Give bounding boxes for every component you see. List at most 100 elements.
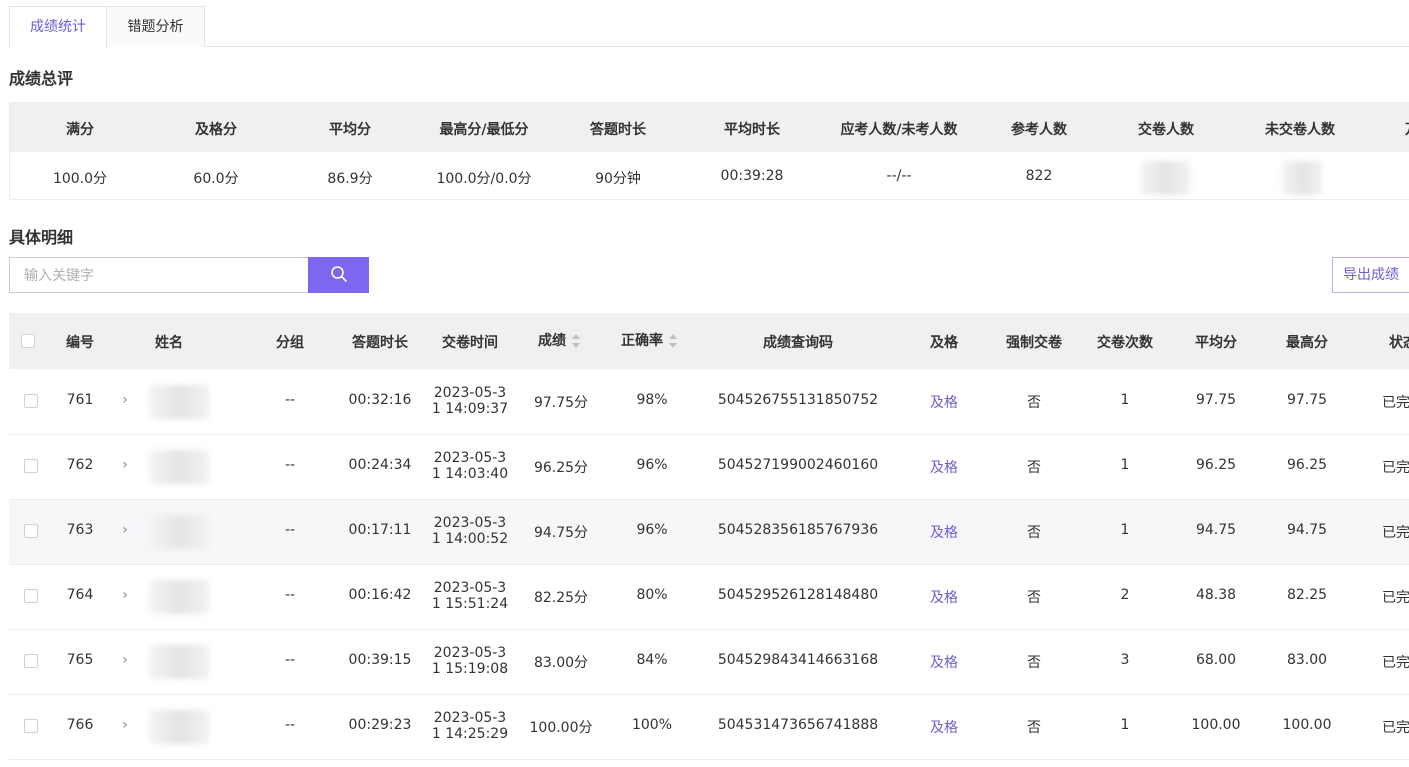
summary-value: 86.9分 xyxy=(327,171,373,187)
cell-group: -- xyxy=(284,392,296,408)
summary-header-cell: 答题时长 xyxy=(590,122,646,138)
cell-query-code: 504527199002460160 xyxy=(717,457,879,473)
submit-clock: 1 14:03:40 xyxy=(431,466,509,482)
chevron-right-icon[interactable]: › xyxy=(122,652,128,668)
cell-submit-time: 2023-05-3 1 14:00:52 xyxy=(432,515,508,547)
cell-score: 94.75分 xyxy=(533,525,589,541)
sort-icon[interactable] xyxy=(669,334,677,348)
submit-clock: 1 14:00:52 xyxy=(431,531,509,547)
cell-pass[interactable]: 及格 xyxy=(930,457,958,477)
col-header-submit-time: 交卷时间 xyxy=(442,335,498,351)
cell-pass[interactable]: 及格 xyxy=(930,522,958,542)
cell-group: -- xyxy=(284,522,296,538)
summary-header-cell: 满分 xyxy=(66,122,94,138)
cell-avg: 96.25 xyxy=(1195,457,1237,473)
cell-avg: 48.38 xyxy=(1195,587,1237,603)
cell-duration: 00:32:16 xyxy=(348,392,412,408)
cell-pass[interactable]: 及格 xyxy=(930,652,958,672)
cell-forced: 否 xyxy=(1027,720,1041,736)
tab-error-analysis[interactable]: 错题分析 xyxy=(106,6,205,47)
cell-score: 82.25分 xyxy=(533,590,589,606)
cell-max: 83.00 xyxy=(1286,652,1328,668)
col-header-max: 最高分 xyxy=(1286,335,1328,351)
table-row: › 766 -- 00:29:23 100.00分 100% 504531473656741… xyxy=(9,695,1409,760)
cell-group: -- xyxy=(284,457,296,473)
cell-id: 761 xyxy=(66,392,94,408)
cell-submit-time: 2023-05-3 1 14:09:37 xyxy=(432,385,508,417)
cell-status: 已完成 xyxy=(1382,590,1409,606)
cell-pass[interactable]: 及格 xyxy=(930,587,958,607)
table-row: › 761 -- 00:32:16 97.75分 98% 50452675513185075… xyxy=(9,370,1409,435)
cell-accuracy: 98% xyxy=(636,392,668,408)
col-header-forced: 强制交卷 xyxy=(1006,335,1062,351)
row-checkbox[interactable] xyxy=(24,589,38,603)
col-header-score-label: 成绩 xyxy=(538,333,566,349)
col-header-query-code: 成绩查询码 xyxy=(763,335,833,351)
cell-duration: 00:39:15 xyxy=(348,652,412,668)
summary-value: 90分钟 xyxy=(595,171,641,187)
table-row: › 763 -- 00:17:11 94.75分 96% 50452835618576793… xyxy=(9,500,1409,565)
tab-score-stats[interactable]: 成绩统计 xyxy=(9,6,107,48)
cell-query-code: 504526755131850752 xyxy=(717,392,879,408)
cell-submit-time: 2023-05-3 1 15:19:08 xyxy=(432,645,508,677)
overall-title: 成绩总评 xyxy=(9,69,74,88)
col-header-avg: 平均分 xyxy=(1195,335,1237,351)
redacted-name xyxy=(149,385,209,419)
row-checkbox[interactable] xyxy=(24,394,38,408)
cell-accuracy: 96% xyxy=(636,457,668,473)
chevron-right-icon[interactable]: › xyxy=(122,522,128,538)
row-checkbox[interactable] xyxy=(24,459,38,473)
summary-header-cell: 交卷人数 xyxy=(1138,122,1194,138)
cell-accuracy: 100% xyxy=(631,717,673,733)
row-checkbox[interactable] xyxy=(24,524,38,538)
search-button[interactable] xyxy=(308,257,369,293)
col-header-count: 交卷次数 xyxy=(1097,335,1153,351)
chevron-right-icon[interactable]: › xyxy=(122,717,128,733)
cell-avg: 97.75 xyxy=(1195,392,1237,408)
redacted-value xyxy=(1140,161,1190,195)
table-header: 编号 姓名 分组 答题时长 交卷时间 成绩 正确率 成绩查询码 及格 强制交卷 … xyxy=(9,313,1409,369)
submit-date: 2023-05-3 xyxy=(433,580,507,596)
summary-header-cell: 未交卷人数 xyxy=(1265,122,1335,138)
select-all-checkbox[interactable] xyxy=(21,334,35,348)
cell-max: 97.75 xyxy=(1286,392,1328,408)
cell-forced: 否 xyxy=(1027,525,1041,541)
cell-accuracy: 96% xyxy=(636,522,668,538)
cell-pass[interactable]: 及格 xyxy=(930,392,958,412)
cell-submit-time: 2023-05-3 1 14:25:29 xyxy=(432,710,508,742)
col-header-score[interactable]: 成绩 xyxy=(538,330,580,350)
summary-value: 100.0分/0.0分 xyxy=(436,171,532,187)
chevron-right-icon[interactable]: › xyxy=(122,392,128,408)
cell-pass[interactable]: 及格 xyxy=(930,717,958,737)
cell-query-code: 504529526128148480 xyxy=(717,587,879,603)
col-header-id: 编号 xyxy=(66,335,94,351)
cell-score: 83.00分 xyxy=(533,655,589,671)
col-header-accuracy[interactable]: 正确率 xyxy=(621,330,677,350)
summary-header-cell: 最高分/最低分 xyxy=(439,122,529,138)
chevron-right-icon[interactable]: › xyxy=(122,457,128,473)
row-checkbox[interactable] xyxy=(24,719,38,733)
cell-query-code: 504528356185767936 xyxy=(717,522,879,538)
sort-icon[interactable] xyxy=(572,334,580,348)
summary-header-cell: 应考人数/未考人数 xyxy=(840,122,958,138)
cell-status: 已完成 xyxy=(1382,655,1409,671)
export-scores-button[interactable]: 导出成绩 xyxy=(1332,257,1409,293)
cell-status: 已完成 xyxy=(1382,525,1409,541)
cell-count: 1 xyxy=(1120,717,1130,733)
row-checkbox[interactable] xyxy=(24,654,38,668)
chevron-right-icon[interactable]: › xyxy=(122,587,128,603)
cell-count: 3 xyxy=(1120,652,1130,668)
submit-date: 2023-05-3 xyxy=(433,515,507,531)
cell-id: 765 xyxy=(66,652,94,668)
search-input[interactable] xyxy=(22,258,306,294)
summary-table: 满分 及格分 平均分 最高分/最低分 答题时长 平均时长 应考人数/未考人数 参… xyxy=(9,102,1409,200)
cell-query-code: 504531473656741888 xyxy=(717,717,879,733)
cell-status: 已完成 xyxy=(1382,395,1409,411)
detail-title: 具体明细 xyxy=(9,228,74,247)
submit-clock: 1 15:51:24 xyxy=(431,596,509,612)
cell-score: 97.75分 xyxy=(533,395,589,411)
cell-id: 762 xyxy=(66,457,94,473)
cell-forced: 否 xyxy=(1027,590,1041,606)
table-row: › 762 -- 00:24:34 96.25分 96% 50452719900246016… xyxy=(9,435,1409,500)
col-header-pass: 及格 xyxy=(930,335,958,351)
